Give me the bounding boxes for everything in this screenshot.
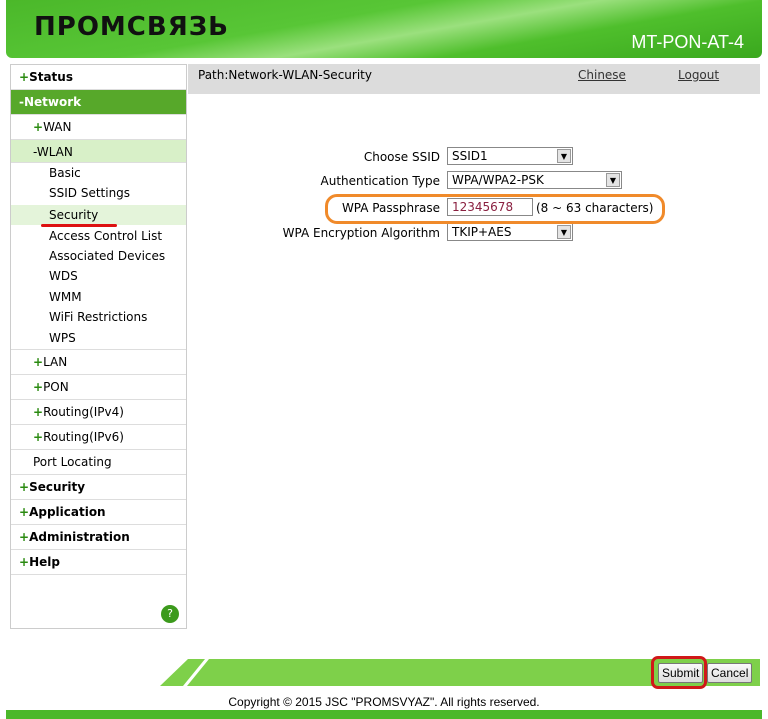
sidebar-item-access-control-list[interactable]: Access Control List — [11, 226, 186, 246]
sidebar-item-wmm[interactable]: WMM — [11, 287, 186, 307]
sidebar-item-port-locating[interactable]: Port Locating — [11, 450, 186, 475]
chinese-link[interactable]: Chinese — [578, 64, 626, 86]
sidebar-item-label: Status — [29, 70, 73, 84]
plus-icon: + — [33, 120, 44, 134]
plus-icon: + — [19, 480, 30, 494]
chevron-down-icon: ▼ — [557, 149, 571, 163]
sidebar-item-wifi-restrictions[interactable]: WiFi Restrictions — [11, 307, 186, 327]
sidebar-item-lan[interactable]: +LAN — [11, 350, 186, 375]
sidebar-item-ssid-settings[interactable]: SSID Settings — [11, 183, 186, 203]
plus-icon: + — [19, 555, 30, 569]
ssid-select[interactable]: SSID1 ▼ — [447, 147, 573, 165]
ssid-label: Choose SSID — [363, 150, 440, 164]
sidebar-item-associated-devices[interactable]: Associated Devices — [11, 246, 186, 266]
header-banner: ПРОМСВЯЗЬ MT-PON-AT-4 — [6, 0, 762, 58]
plus-icon: + — [33, 405, 44, 419]
cancel-button[interactable]: Cancel — [707, 663, 753, 683]
plus-icon: + — [33, 380, 44, 394]
sidebar-item-label: Application — [29, 505, 106, 519]
chevron-down-icon: ▼ — [557, 225, 571, 239]
sidebar-item-basic[interactable]: Basic — [11, 163, 186, 183]
sidebar-item-help[interactable]: +Help — [11, 550, 186, 575]
submit-highlight — [651, 656, 707, 689]
sidebar-item-label: LAN — [43, 355, 68, 369]
auth-row: Authentication Type WPA/WPA2-PSK ▼ — [188, 171, 760, 193]
breadcrumb-bar: Path:Network-WLAN-Security Chinese Logou… — [188, 64, 760, 94]
highlight-underline — [41, 224, 117, 227]
plus-icon: + — [19, 70, 30, 84]
brand-logo: ПРОМСВЯЗЬ — [34, 12, 229, 42]
sidebar-item-administration[interactable]: +Administration — [11, 525, 186, 550]
plus-icon: + — [19, 505, 30, 519]
logout-link[interactable]: Logout — [678, 64, 719, 86]
device-model: MT-PON-AT-4 — [631, 32, 744, 52]
copyright: Copyright © 2015 JSC "PROMSVYAZ". All ri… — [228, 695, 540, 709]
sidebar-item-routing-ipv4[interactable]: +Routing(IPv4) — [11, 400, 186, 425]
encryption-row: WPA Encryption Algorithm TKIP+AES ▼ — [188, 223, 760, 245]
plus-icon: + — [19, 530, 30, 544]
bottom-bar — [6, 710, 762, 719]
sidebar: +Status -Network +WAN -WLAN Basic SSID S… — [10, 64, 187, 629]
passphrase-highlight — [325, 194, 665, 224]
sidebar-item-security[interactable]: +Security — [11, 475, 186, 500]
plus-icon: + — [33, 430, 44, 444]
encryption-value: TKIP+AES — [452, 225, 512, 239]
sidebar-item-label: Administration — [29, 530, 130, 544]
auth-type-select[interactable]: WPA/WPA2-PSK ▼ — [447, 171, 622, 189]
sidebar-item-wps[interactable]: WPS — [11, 328, 186, 350]
sidebar-item-label: PON — [43, 380, 69, 394]
sidebar-item-pon[interactable]: +PON — [11, 375, 186, 400]
sidebar-item-routing-ipv6[interactable]: +Routing(IPv6) — [11, 425, 186, 450]
ssid-row: Choose SSID SSID1 ▼ — [188, 147, 760, 169]
encryption-label: WPA Encryption Algorithm — [282, 226, 440, 240]
sidebar-item-wlan-security[interactable]: Security — [11, 205, 186, 225]
sidebar-item-wds[interactable]: WDS — [11, 266, 186, 286]
help-icon[interactable]: ? — [161, 605, 179, 623]
sidebar-item-label: WAN — [43, 120, 72, 134]
encryption-select[interactable]: TKIP+AES ▼ — [447, 223, 573, 241]
breadcrumb: Path:Network-WLAN-Security — [198, 68, 372, 82]
sidebar-item-application[interactable]: +Application — [11, 500, 186, 525]
sidebar-item-label: Help — [29, 555, 60, 569]
sidebar-item-label: Routing(IPv6) — [43, 430, 124, 444]
sidebar-item-wlan[interactable]: -WLAN — [11, 140, 186, 163]
ssid-value: SSID1 — [452, 149, 488, 163]
sidebar-item-network[interactable]: -Network — [11, 90, 186, 115]
auth-type-value: WPA/WPA2-PSK — [452, 173, 544, 187]
auth-type-label: Authentication Type — [320, 174, 440, 188]
sidebar-item-label: Security — [29, 480, 86, 494]
sidebar-item-label: Routing(IPv4) — [43, 405, 124, 419]
sidebar-item-status[interactable]: +Status — [11, 65, 186, 90]
chevron-down-icon: ▼ — [606, 173, 620, 187]
sidebar-item-wan[interactable]: +WAN — [11, 115, 186, 140]
plus-icon: + — [33, 355, 44, 369]
